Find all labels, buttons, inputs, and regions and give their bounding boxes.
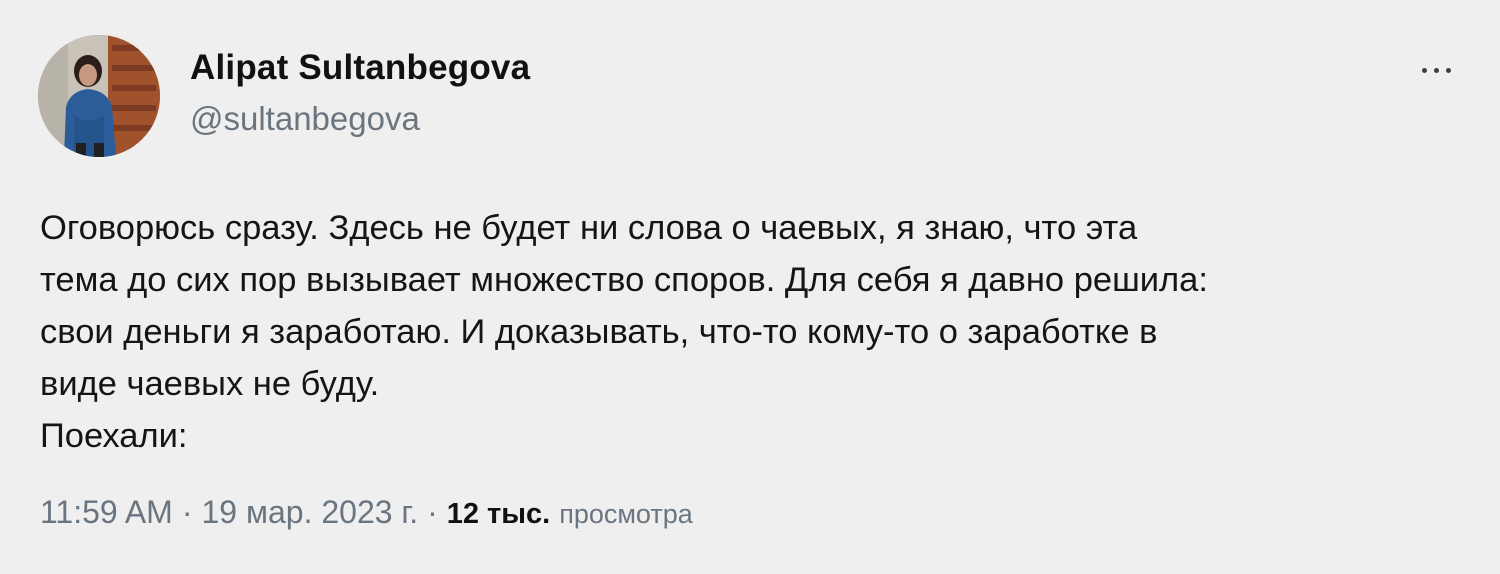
tweet-text-line: Оговорюсь сразу. Здесь не будет ни слова… [40,209,1138,247]
views-count[interactable]: 12 тыс. [447,498,550,531]
more-horizontal-icon [1421,67,1427,73]
profile-photo-icon [38,35,160,157]
more-options-button[interactable] [1408,52,1464,88]
user-handle[interactable]: @sultanbegova [190,100,420,138]
tweet-text-line: свои деньги я заработаю. И доказывать, ч… [40,313,1158,351]
tweet-meta: 11:59 AM · 19 мар. 2023 г. · 12 тыс. про… [40,494,693,531]
views-label: просмотра [559,499,693,529]
meta-separator: · [181,494,193,530]
more-horizontal-icon [1433,67,1439,73]
tweet-text-line: тема до сих пор вызывает множество споро… [40,261,1208,299]
tweet-text: Оговорюсь сразу. Здесь не будет ни слова… [40,202,1460,462]
tweet-date[interactable]: 19 мар. 2023 г. [201,494,418,531]
more-horizontal-icon [1445,67,1451,73]
tweet-time[interactable]: 11:59 AM [40,494,173,531]
tweet-text-line: виде чаевых не буду. [40,365,380,403]
tweet-card: Alipat Sultanbegova @sultanbegova Оговор… [0,0,1500,574]
avatar[interactable] [38,35,160,157]
tweet-text-line: Поехали: [40,417,188,455]
meta-separator: · [427,494,438,530]
display-name[interactable]: Alipat Sultanbegova [190,48,530,88]
